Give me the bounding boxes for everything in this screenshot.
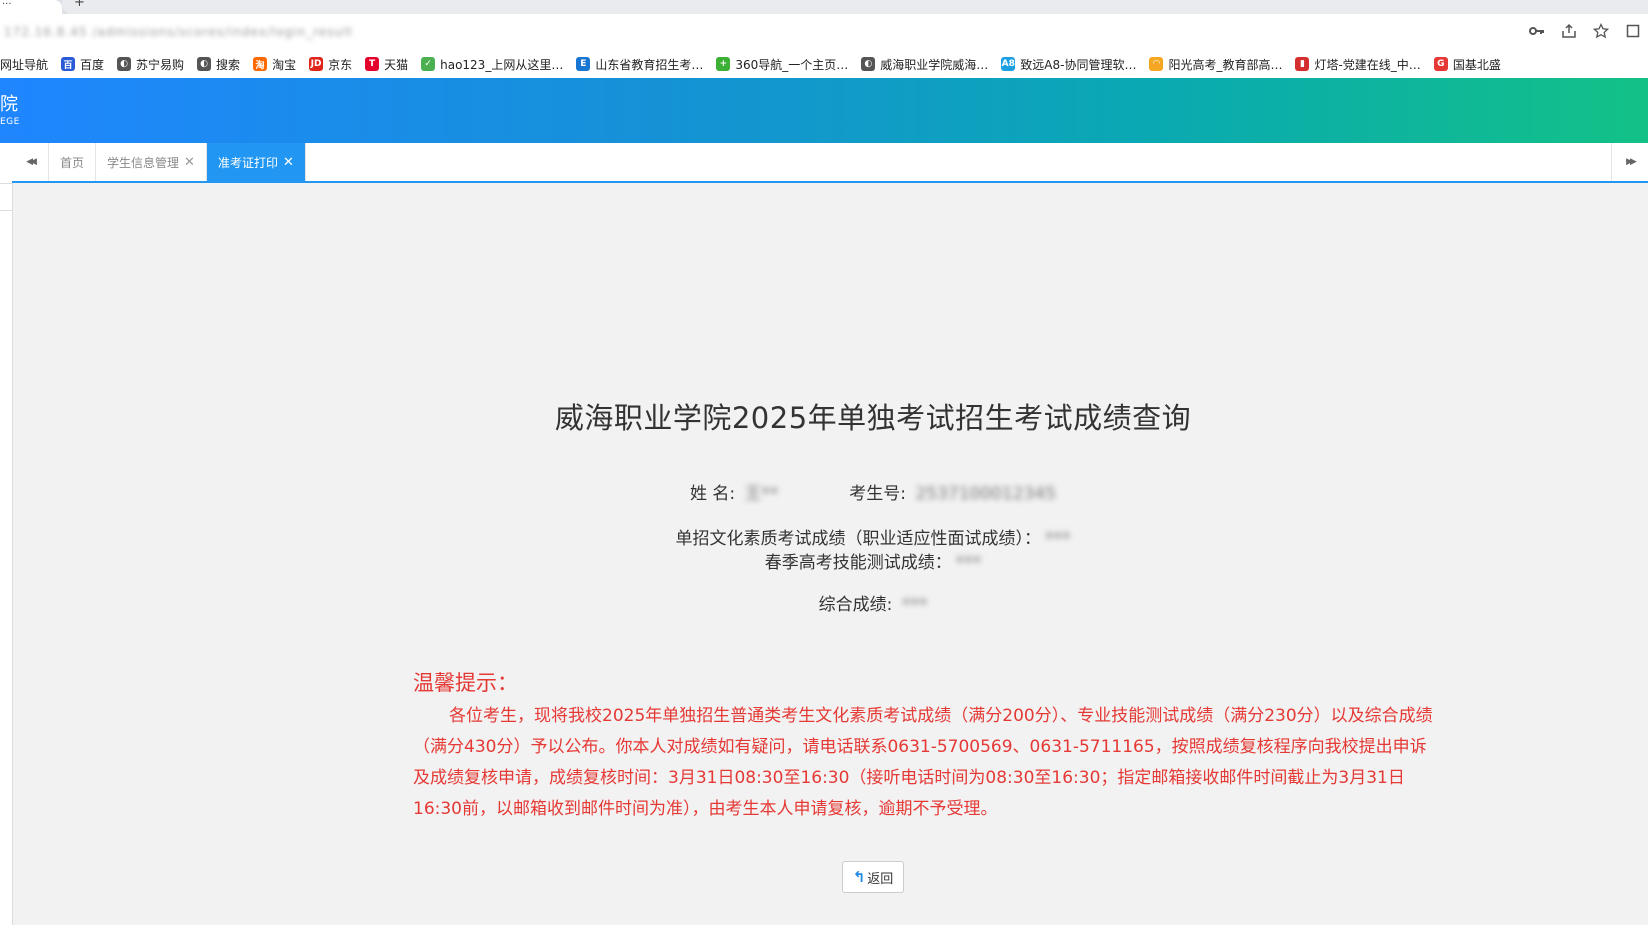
bookmark-item[interactable]: ✓ hao123_上网从这里… — [421, 56, 563, 73]
bookmark-item[interactable]: ◠ 阳光高考_教育部高… — [1149, 56, 1282, 73]
browser-tabstrip: ... + — [0, 0, 1648, 14]
double-right-arrow-icon: ▶▶ — [1626, 157, 1637, 167]
name-value: 王** — [744, 484, 779, 504]
bookmark-label: 威海职业学院威海… — [880, 57, 989, 72]
bookmark-item[interactable]: JD 京东 — [309, 56, 352, 73]
skill-score-row: 春季高考技能测试成绩： *** — [13, 548, 1648, 573]
star-icon[interactable] — [1592, 22, 1610, 40]
bookmark-label: 致远A8-协同管理软… — [1020, 57, 1137, 72]
bookmark-label: 网址导航 — [0, 57, 49, 72]
back-arrow-icon: ↰ — [852, 868, 866, 886]
bookmark-label: 搜索 — [216, 57, 241, 72]
bookmark-icon: G — [1433, 57, 1448, 71]
bookmark-label: 360导航_一个主页… — [735, 57, 849, 72]
double-left-arrow-icon: ◀◀ — [26, 157, 37, 167]
back-button-label: 返回 — [867, 871, 894, 887]
bookmark-item[interactable]: E 山东省教育招生考… — [576, 56, 703, 73]
key-icon[interactable] — [1528, 22, 1546, 40]
notice-body: 各位考生，现将我校2025年单独招生普通类考生文化素质考试成绩（满分200分）、… — [413, 706, 1433, 819]
bookmark-label: 百度 — [80, 57, 105, 72]
tab-label: 准考证打印 — [217, 155, 278, 170]
left-sidebar-edge — [0, 143, 13, 925]
bookmark-icon: 百 — [61, 57, 76, 71]
bookmark-icon: ◐ — [117, 57, 132, 71]
url-text: 172.16.8.45 /admissions/scores/index/log… — [4, 25, 354, 39]
back-button[interactable]: ↰ 返回 — [842, 861, 904, 893]
bookmark-item[interactable]: 淘淘宝 — [253, 56, 296, 73]
new-tab-button[interactable]: + — [74, 0, 85, 10]
bookmark-label: 京东 — [328, 57, 353, 72]
bookmark-icon: + — [716, 57, 731, 71]
bookmark-icon: ◠ — [1149, 57, 1164, 71]
bookmark-item[interactable]: 百百度 — [61, 56, 104, 73]
tabstrip-background — [62, 0, 1648, 14]
exam-number-value: 2537100012345 — [915, 484, 1057, 504]
bookmark-icon: E — [576, 57, 591, 71]
exam-number-label: 考生号: — [849, 484, 907, 504]
tab-item[interactable]: 首页 — [49, 143, 97, 181]
logo-subtext: EGE — [0, 117, 20, 127]
bookmark-icon: ✓ — [421, 57, 436, 71]
tab-item[interactable]: 准考证打印 ✕ — [206, 143, 306, 181]
bookmark-item[interactable]: T 天猫 — [365, 56, 408, 73]
page-title: 威海职业学院2025年单独考试招生考试成绩查询 — [554, 401, 1192, 435]
close-icon[interactable]: ✕ — [283, 155, 294, 170]
sidebar-divider — [0, 183, 12, 211]
bookmark-icon: JD — [309, 57, 324, 71]
bookmark-label: 苏宁易购 — [136, 57, 185, 72]
tab-label: 学生信息管理 — [107, 155, 180, 170]
tab-list: 首页 学生信息管理 ✕ 准考证打印 ✕ — [49, 143, 306, 181]
skill-score-label: 春季高考技能测试成绩： — [764, 553, 952, 573]
close-icon[interactable]: ✕ — [184, 155, 195, 170]
bookmark-item[interactable]: ▮ 灯塔-党建在线_中… — [1295, 56, 1421, 73]
total-score-row: 综合成绩: *** — [13, 590, 1648, 615]
share-icon[interactable] — [1560, 22, 1578, 40]
tabs-next-button[interactable]: ▶▶ — [1611, 143, 1648, 181]
bookmark-icon: ▮ — [1295, 57, 1310, 71]
total-score-label: 综合成绩: — [818, 595, 893, 615]
app-header: 院 EGE — [0, 78, 1648, 143]
name-label: 姓 名: — [689, 484, 736, 504]
bookmark-label: 灯塔-党建在线_中… — [1314, 57, 1421, 72]
main-content: 威海职业学院2025年单独考试招生考试成绩查询 姓 名: 王** 考生号: 25… — [13, 183, 1648, 925]
bookmark-icon: ◐ — [197, 57, 212, 71]
total-score-value: *** — [901, 595, 928, 615]
tab-label: 首页 — [60, 155, 85, 170]
culture-score-row: 单招文化素质考试成绩（职业适应性面试成绩）： *** — [13, 524, 1648, 549]
bookmark-item[interactable]: ◐ 苏宁易购 — [117, 56, 184, 73]
bookmarks-bar: 网址导航百百度 ◐ 苏宁易购 ◐ 搜索淘淘宝 JD 京东 T 天猫 ✓ hao123_上网从这里… E… — [0, 50, 1648, 79]
bookmark-label: 淘宝 — [272, 57, 297, 72]
bookmark-label: 阳光高考_教育部高… — [1168, 57, 1283, 72]
bookmark-icon: A8 — [1001, 57, 1016, 71]
bookmark-icon: T — [365, 57, 380, 71]
notice-title: 温馨提示： — [413, 671, 518, 695]
page-tabbar: ◀◀ 首页 学生信息管理 ✕ 准考证打印 ✕ ▶▶ — [12, 143, 1648, 183]
browser-tab[interactable]: ... — [0, 0, 62, 14]
browser-tab-title: ... — [2, 0, 12, 7]
bookmark-item[interactable]: ◐ 搜索 — [197, 56, 240, 73]
url-field[interactable]: 172.16.8.45 /admissions/scores/index/log… — [0, 20, 1520, 45]
logo-text: 院 — [0, 94, 18, 115]
bookmark-item[interactable]: 网址导航 — [0, 56, 48, 73]
bookmark-item[interactable]: +360导航_一个主页… — [716, 56, 848, 73]
bookmark-item[interactable]: G 国基北盛 — [1433, 56, 1501, 73]
student-info-row: 姓 名: 王** 考生号: 2537100012345 — [13, 479, 1648, 504]
address-bar: 172.16.8.45 /admissions/scores/index/log… — [0, 14, 1648, 50]
bookmark-icon: 淘 — [253, 57, 268, 71]
bookmark-label: hao123_上网从这里… — [440, 57, 564, 72]
bookmark-icon: ◐ — [861, 57, 876, 71]
tabs-prev-button[interactable]: ◀◀ — [12, 143, 49, 181]
address-bar-icons — [1528, 22, 1642, 40]
bookmark-label: 山东省教育招生考… — [595, 57, 704, 72]
culture-score-value: *** — [1045, 529, 1071, 549]
bookmark-label: 国基北盛 — [1452, 57, 1501, 72]
tab-item[interactable]: 学生信息管理 ✕ — [96, 143, 207, 181]
skill-score-value: *** — [955, 553, 982, 573]
window-icon[interactable] — [1624, 22, 1642, 40]
culture-score-label: 单招文化素质考试成绩（职业适应性面试成绩）： — [675, 529, 1042, 549]
bookmark-item[interactable]: ◐ 威海职业学院威海… — [861, 56, 988, 73]
bookmark-item[interactable]: A8 致远A8-协同管理软… — [1001, 56, 1136, 73]
bookmark-label: 天猫 — [384, 57, 409, 72]
